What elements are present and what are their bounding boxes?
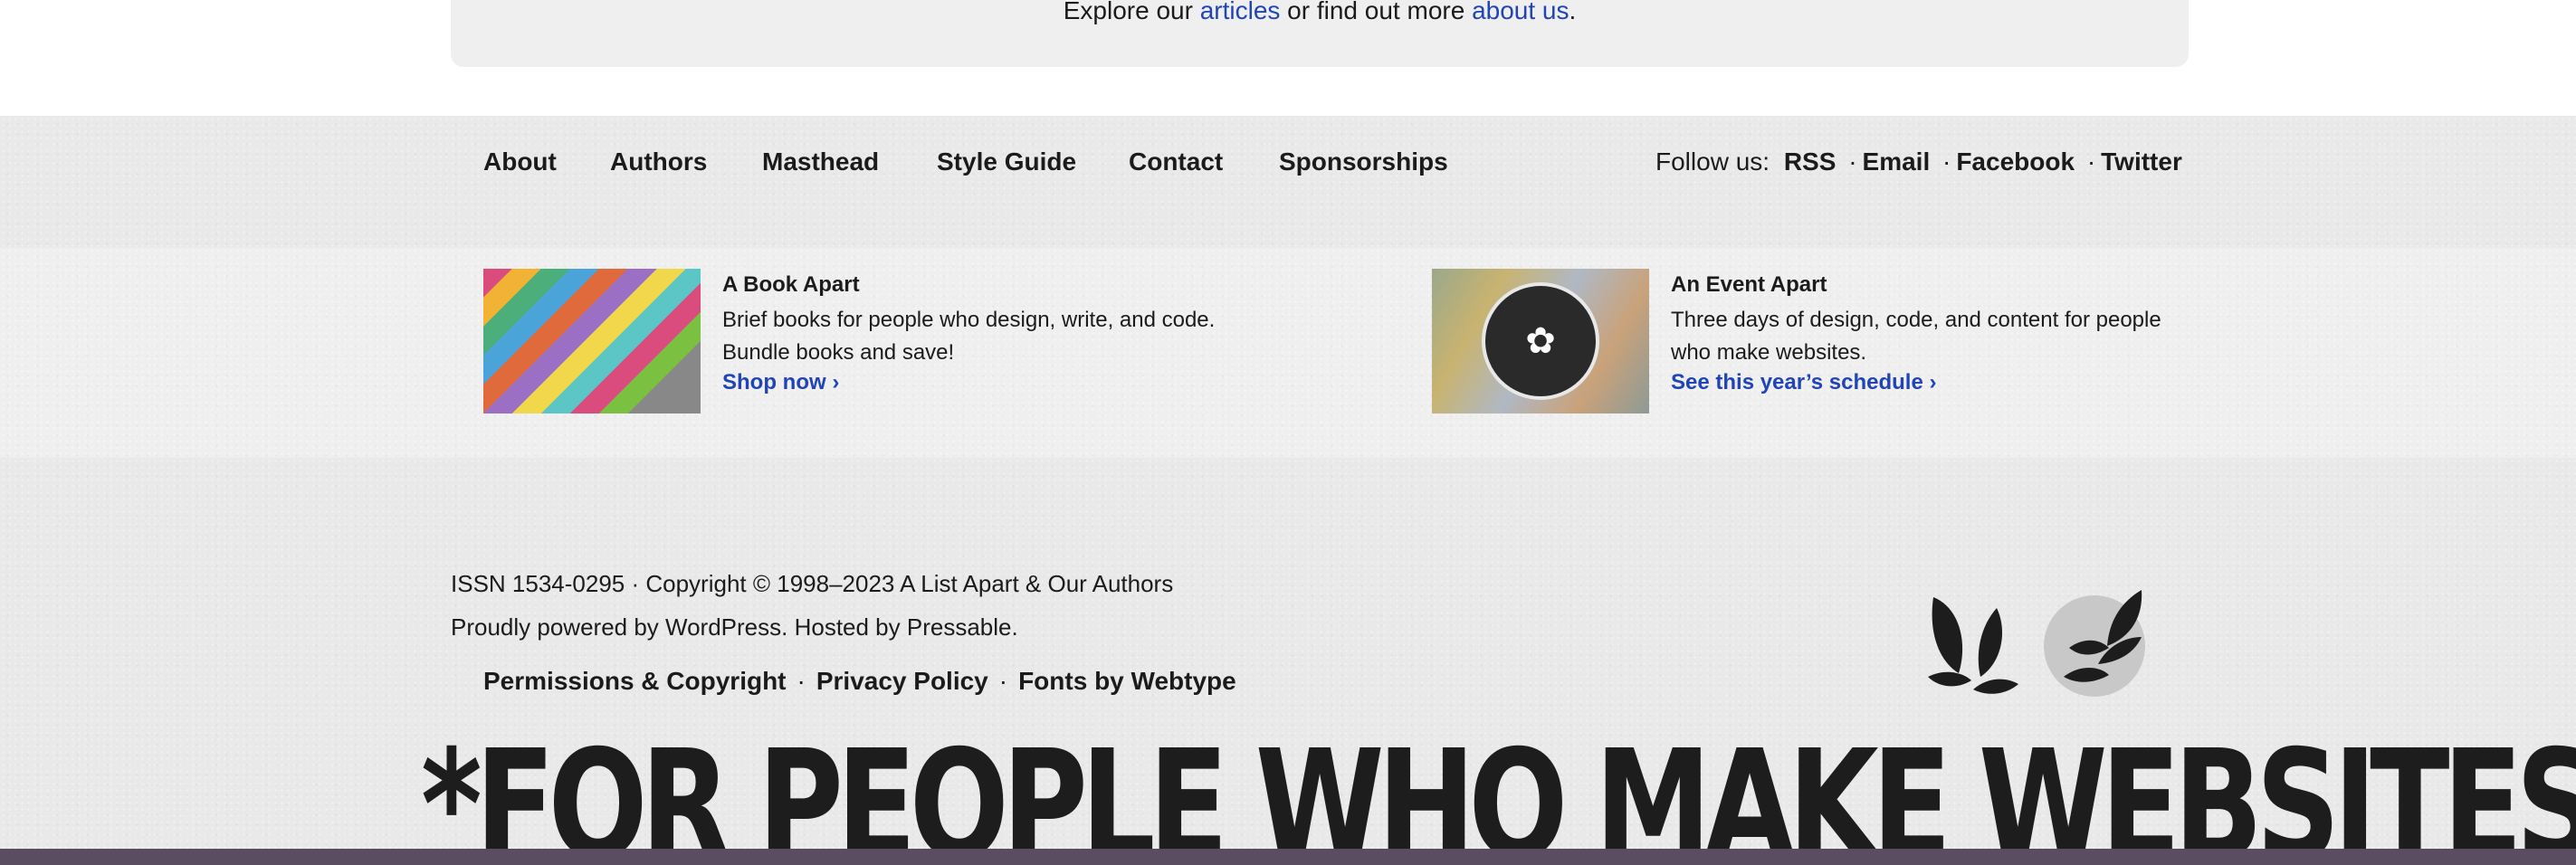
fonts-by-webtype-link[interactable]: Fonts by Webtype [1018, 667, 1236, 695]
ala-leaf-logo-icon [1928, 597, 2018, 694]
book-apart-description: Brief books for people who design, write… [722, 308, 1216, 365]
event-apart-image[interactable]: ✿ [1432, 269, 1649, 413]
tagline: *FOR PEOPLE WHO MAKE WEBSITES [421, 718, 2576, 865]
footer-nav-band [0, 116, 2576, 248]
email-link[interactable]: Email [1863, 147, 1931, 176]
promo-band [0, 248, 2576, 458]
book-apart-image[interactable] [483, 269, 701, 413]
event-badge-icon: ✿ [1432, 269, 1649, 413]
ala-badge-logo-icon [2044, 590, 2145, 697]
event-schedule-link[interactable]: See this year’s schedule › [1671, 370, 1936, 395]
nav-about[interactable]: About [483, 147, 557, 176]
nav-authors[interactable]: Authors [610, 147, 707, 176]
event-apart-description: Three days of design, code, and content … [1671, 308, 2161, 365]
nav-sponsorships[interactable]: Sponsorships [1279, 147, 1448, 176]
privacy-policy-link[interactable]: Privacy Policy [816, 667, 988, 695]
explore-text: Explore our articles or find out more ab… [451, 0, 2189, 24]
follow-label: Follow us: [1655, 147, 1770, 176]
permissions-link[interactable]: Permissions & Copyright [483, 667, 787, 695]
copyright-text: ISSN 1534-0295 · Copyright © 1998–2023 A… [451, 570, 1174, 597]
about-us-link[interactable]: about us [1472, 0, 1569, 24]
articles-link[interactable]: articles [1200, 0, 1281, 24]
rss-link[interactable]: RSS [1784, 147, 1837, 176]
follow-us: Follow us: RSS · Email · Facebook · Twitter [1655, 147, 2182, 176]
explore-card: Explore our articles or find out more ab… [451, 0, 2189, 67]
books-image-icon [483, 269, 701, 413]
powered-by-text: Proudly powered by WordPress. Hosted by … [451, 613, 1018, 641]
leaf-badge-icon: ✿ [1482, 282, 1599, 400]
twitter-link[interactable]: Twitter [2101, 147, 2182, 176]
event-apart-title: An Event Apart [1671, 272, 1827, 297]
nav-contact[interactable]: Contact [1129, 147, 1223, 176]
nav-masthead[interactable]: Masthead [762, 147, 879, 176]
bottom-bar [0, 849, 2576, 865]
shop-now-link[interactable]: Shop now › [722, 370, 839, 395]
facebook-link[interactable]: Facebook [1956, 147, 2075, 176]
nav-style-guide[interactable]: Style Guide [937, 147, 1076, 176]
legal-links: Permissions & Copyright · Privacy Policy · F… [483, 667, 1236, 695]
book-apart-title: A Book Apart [722, 272, 860, 297]
